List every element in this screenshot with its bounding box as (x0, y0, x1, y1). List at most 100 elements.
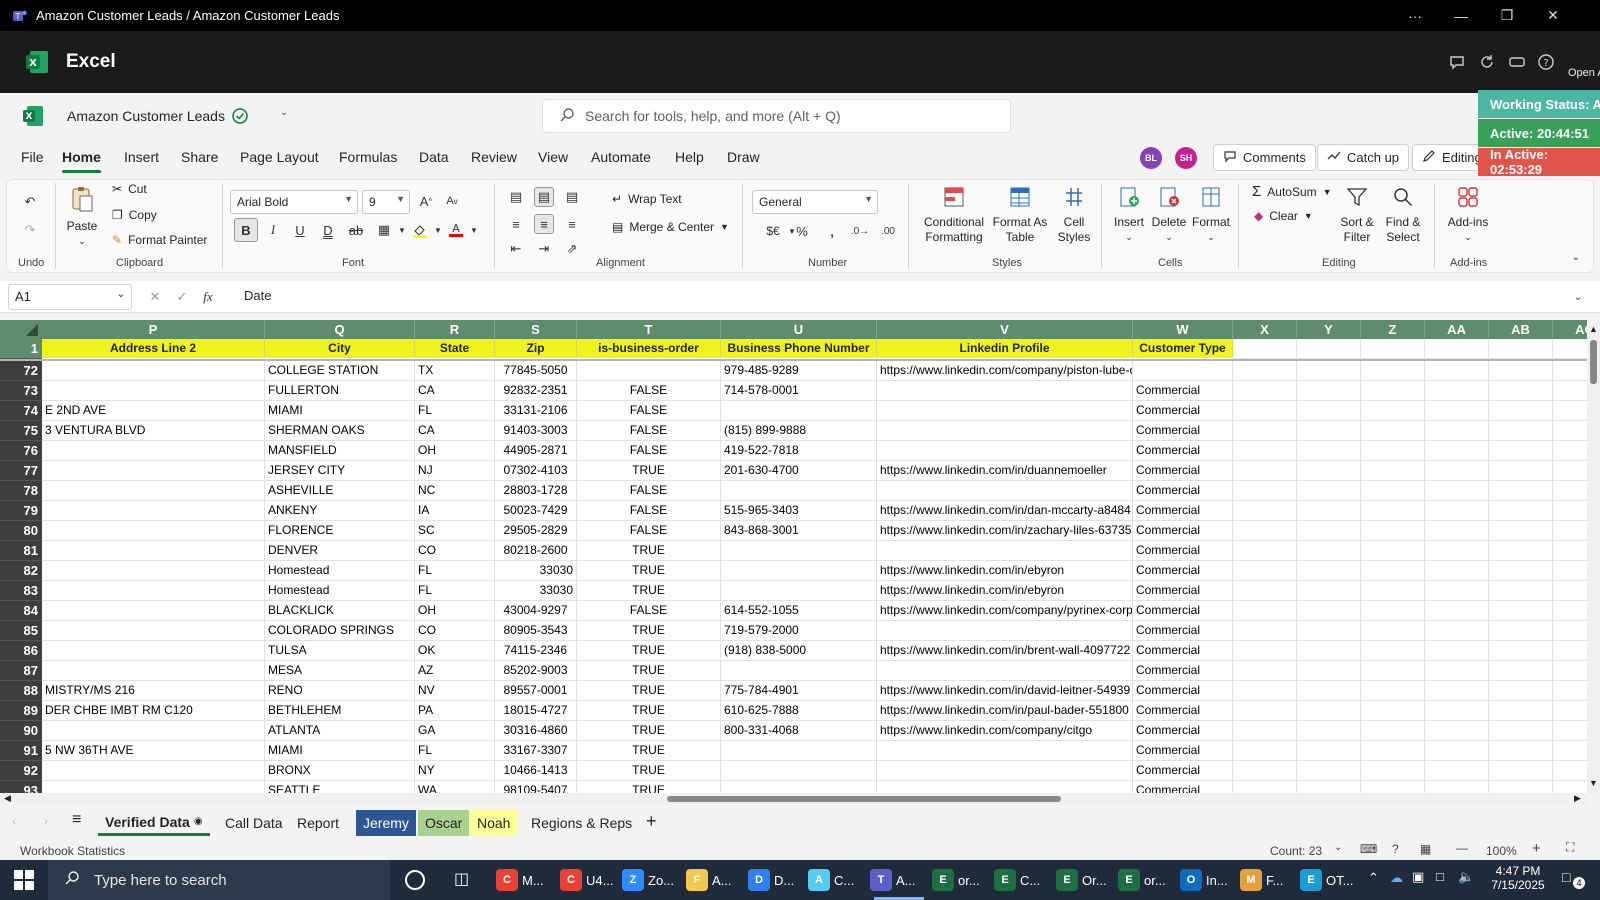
grid-cell[interactable] (1553, 361, 1587, 381)
grid-cell[interactable] (1361, 521, 1425, 541)
row-header[interactable]: 83 (0, 581, 42, 601)
grid-cell[interactable]: 33167-3307 (495, 741, 577, 761)
header-cell[interactable]: Zip (495, 339, 577, 358)
tab-draw[interactable]: Draw (727, 149, 760, 165)
grid-cell[interactable] (1361, 781, 1425, 793)
row-header[interactable]: 85 (0, 621, 42, 641)
grid-cell[interactable]: MIAMI (265, 401, 415, 421)
cell-styles-button[interactable]: Cell Styles (1052, 185, 1096, 245)
grid-cell[interactable] (1553, 721, 1587, 741)
grid-cell[interactable] (1553, 641, 1587, 661)
search-box[interactable]: Search for tools, help, and more (Alt + … (542, 99, 1011, 133)
grid-cell[interactable] (877, 661, 1133, 681)
grid-cell[interactable] (1425, 541, 1489, 561)
grid-cell[interactable]: Commercial (1133, 521, 1233, 541)
cortana-icon[interactable] (405, 870, 425, 890)
grid-cell[interactable]: FL (415, 741, 495, 761)
grid-cell[interactable] (1489, 741, 1553, 761)
grid-cell[interactable] (877, 381, 1133, 401)
row-header[interactable]: 1 (0, 339, 42, 359)
grid-cell[interactable]: TRUE (577, 461, 721, 481)
grid-cell[interactable] (1489, 381, 1553, 401)
grid-cell[interactable] (1361, 481, 1425, 501)
grid-cell[interactable]: NC (415, 481, 495, 501)
grid-cell[interactable] (1233, 581, 1297, 601)
grid-cell[interactable]: 30316-4860 (495, 721, 577, 741)
grid-cell[interactable] (1425, 701, 1489, 721)
comma-style-icon[interactable]: ‚ (822, 221, 842, 241)
grid-cell[interactable] (1489, 641, 1553, 661)
grid-cell[interactable] (1233, 381, 1297, 401)
grid-cell[interactable] (1489, 621, 1553, 641)
grid-cell[interactable] (1553, 541, 1587, 561)
grid-cell[interactable] (1361, 701, 1425, 721)
grid-cell[interactable]: NY (415, 761, 495, 781)
comments-button[interactable]: Comments (1213, 144, 1316, 171)
grid-cell[interactable] (1361, 601, 1425, 621)
grid-cell[interactable]: FALSE (577, 421, 721, 441)
grid-cell[interactable]: TRUE (577, 661, 721, 681)
grid-cell[interactable] (1233, 481, 1297, 501)
scroll-right-icon[interactable]: ▶ (1574, 793, 1581, 804)
grid-cell[interactable] (1297, 741, 1361, 761)
grid-cell[interactable]: MIAMI (265, 741, 415, 761)
grid-cell[interactable] (1489, 441, 1553, 461)
grid-cell[interactable] (1233, 641, 1297, 661)
grid-cell[interactable]: ATLANTA (265, 721, 415, 741)
grid-cell[interactable] (1489, 421, 1553, 441)
grid-cell[interactable]: CA (415, 381, 495, 401)
grid-cell[interactable] (1489, 701, 1553, 721)
grid-cell[interactable] (1425, 441, 1489, 461)
grid-cell[interactable]: Commercial (1133, 641, 1233, 661)
grid-cell[interactable]: Commercial (1133, 761, 1233, 781)
grid-cell[interactable]: Commercial (1133, 661, 1233, 681)
column-header[interactable]: T (577, 320, 721, 339)
column-header[interactable]: U (721, 320, 877, 339)
copy-button[interactable]: ❐ Copy (112, 208, 157, 222)
network-icon[interactable]: □ (1436, 869, 1444, 884)
grid-cell[interactable] (1553, 521, 1587, 541)
grid-cell[interactable]: 33030 (495, 561, 577, 581)
row-header[interactable]: 92 (0, 761, 42, 781)
grid-cell[interactable] (1297, 681, 1361, 701)
grid-cell[interactable] (1233, 661, 1297, 681)
grid-cell[interactable]: 775-784-4901 (721, 681, 877, 701)
grid-cell[interactable]: Commercial (1133, 461, 1233, 481)
decrease-font-size-icon[interactable]: Av (442, 191, 462, 211)
taskbar-app-button[interactable]: C U4... (560, 860, 618, 900)
grid-cell[interactable]: Commercial (1133, 781, 1233, 793)
grid-cell[interactable]: https://www.linkedin.com/in/ebyron (877, 581, 1133, 601)
clock[interactable]: 4:47 PM 7/15/2025 (1488, 864, 1548, 892)
grid-cell[interactable] (1361, 641, 1425, 661)
confirm-entry-icon[interactable]: ✓ (172, 287, 192, 307)
grid-cell[interactable] (721, 761, 877, 781)
scroll-up-icon[interactable]: ▲ (1589, 324, 1598, 334)
insert-cells-button[interactable]: Insert ⌄ (1110, 185, 1148, 245)
grid-cell[interactable] (1489, 339, 1553, 359)
taskbar-app-button[interactable]: T A... (870, 860, 928, 900)
row-header[interactable]: 79 (0, 501, 42, 521)
column-header[interactable]: AB (1489, 320, 1553, 339)
row-header[interactable]: 73 (0, 381, 42, 401)
increase-decimal-icon[interactable]: .0→ (850, 221, 870, 241)
grid-cell[interactable] (1425, 361, 1489, 381)
document-menu-chevron-icon[interactable]: ⌄ (280, 107, 288, 118)
grid-cell[interactable] (1297, 581, 1361, 601)
grid-cell[interactable] (42, 621, 265, 641)
extensions-icon[interactable] (1506, 51, 1528, 73)
grid-cell[interactable] (1361, 441, 1425, 461)
grid-cell[interactable]: 614-552-1055 (721, 601, 877, 621)
grid-cell[interactable]: ANKENY (265, 501, 415, 521)
grid-cell[interactable] (721, 581, 877, 601)
double-underline-button[interactable]: D (318, 220, 338, 240)
task-view-icon[interactable]: ◫ (454, 869, 469, 889)
grid-cell[interactable]: 979-485-9289 (721, 361, 877, 381)
align-middle-icon[interactable]: ▤ (534, 187, 554, 207)
grid-cell[interactable]: https://www.linkedin.com/in/david-leitne… (877, 681, 1133, 701)
grid-cell[interactable]: FL (415, 581, 495, 601)
grid-cell[interactable]: AZ (415, 661, 495, 681)
header-cell[interactable]: is-business-order (577, 339, 721, 358)
taskbar-app-button[interactable]: D D... (748, 860, 806, 900)
tab-insert[interactable]: Insert (124, 149, 159, 165)
format-as-table-button[interactable]: Format As Table (990, 185, 1050, 245)
